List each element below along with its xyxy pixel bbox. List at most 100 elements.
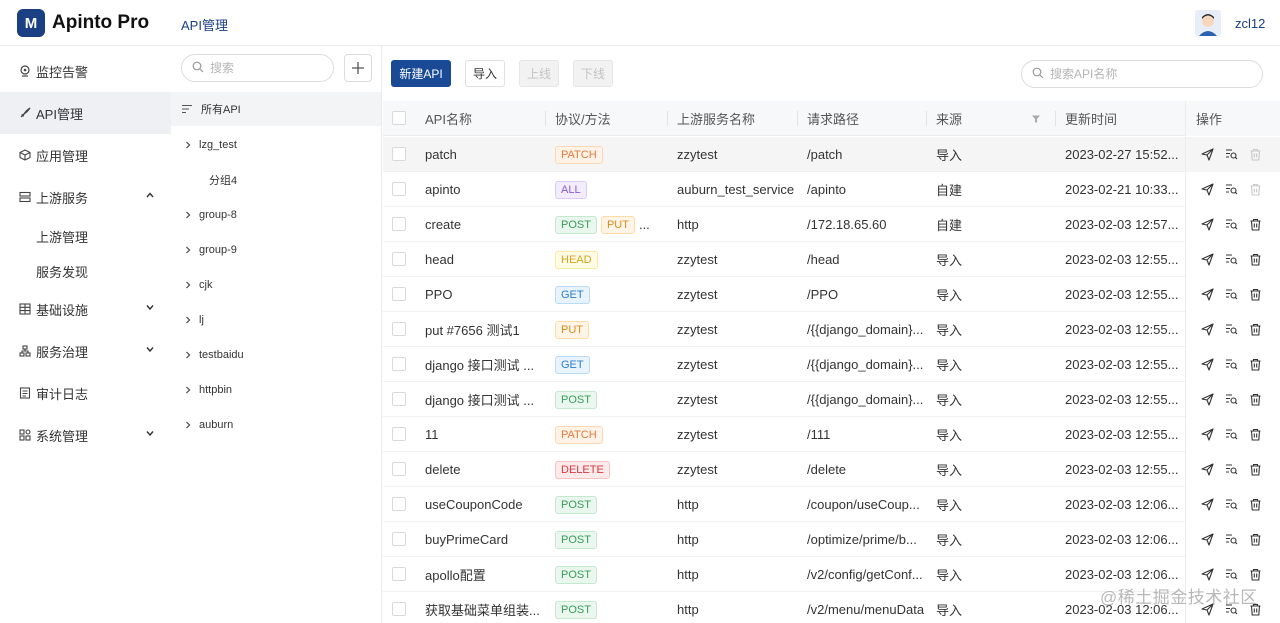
sidebar-item-audit[interactable]: 审计日志 (0, 372, 171, 414)
table-row[interactable]: buyPrimeCard POST http/optimize/prime/b...… (383, 522, 1280, 557)
row-checkbox[interactable] (392, 357, 406, 371)
publish-icon[interactable] (1200, 463, 1214, 477)
add-group-button[interactable] (344, 54, 372, 82)
username[interactable]: zcl12 (1235, 16, 1265, 31)
group-search-box[interactable] (181, 54, 334, 82)
sidebar-item-api[interactable]: API管理 (0, 92, 171, 134)
view-detail-icon[interactable] (1224, 393, 1238, 407)
row-checkbox[interactable] (392, 602, 406, 616)
view-detail-icon[interactable] (1224, 253, 1238, 267)
row-checkbox[interactable] (392, 497, 406, 511)
view-detail-icon[interactable] (1224, 498, 1238, 512)
group-tree-item[interactable]: auburn (171, 407, 381, 442)
sidebar-item-system[interactable]: 系统管理 (0, 414, 171, 456)
table-row[interactable]: useCouponCode POST http/coupon/useCoup... 导… (383, 487, 1280, 522)
table-row[interactable]: delete DELETE zzytest/delete 导入 2023-02-03 1… (383, 452, 1280, 487)
api-name-cell[interactable]: apollo配置 (425, 557, 545, 592)
chevron-right-icon[interactable] (183, 316, 193, 324)
table-row[interactable]: apinto ALL auburn_test_service/apinto 自建 202… (383, 172, 1280, 207)
table-row[interactable]: PPO GET zzytest/PPO 导入 2023-02-03 12:55... (383, 277, 1280, 312)
group-tree-item[interactable]: group-8 (171, 197, 381, 232)
new-api-button[interactable]: 新建API (391, 60, 451, 87)
view-detail-icon[interactable] (1224, 568, 1238, 582)
delete-icon[interactable] (1248, 288, 1262, 302)
delete-icon[interactable] (1248, 393, 1262, 407)
group-tree-item[interactable]: group-9 (171, 232, 381, 267)
table-row[interactable]: put #7656 测试1 PUT zzytest /{{django_domain}… (383, 312, 1280, 347)
publish-icon[interactable] (1200, 218, 1214, 232)
api-search-input[interactable] (1050, 67, 1250, 81)
row-checkbox[interactable] (392, 532, 406, 546)
row-checkbox[interactable] (392, 287, 406, 301)
api-name-cell[interactable]: 11 (425, 417, 545, 452)
group-tree-item[interactable]: testbaidu (171, 337, 381, 372)
delete-icon[interactable] (1248, 253, 1262, 267)
logo[interactable]: M Apinto Pro (17, 9, 149, 37)
api-name-cell[interactable]: buyPrimeCard (425, 522, 545, 557)
sidebar-item-monitor[interactable]: 监控告警 (0, 50, 171, 92)
sidebar-subitem-upstream-manage[interactable]: 上游管理 (0, 219, 171, 253)
chevron-right-icon[interactable] (183, 141, 193, 149)
delete-icon[interactable] (1248, 183, 1262, 197)
delete-icon[interactable] (1248, 463, 1262, 477)
sidebar-item-upstream[interactable]: 上游服务 (0, 176, 171, 218)
user-avatar[interactable] (1195, 10, 1221, 36)
table-row[interactable]: create POST PUT... http/172.18.65.60 自建 2023-… (383, 207, 1280, 242)
api-name-cell[interactable]: PPO (425, 277, 545, 312)
online-button[interactable]: 上线 (519, 60, 559, 87)
filter-icon[interactable] (1031, 101, 1041, 136)
offline-button[interactable]: 下线 (573, 60, 613, 87)
table-row[interactable]: patch PATCH zzytest/patch 导入 2023-02-27 15:5… (383, 137, 1280, 172)
chevron-right-icon[interactable] (183, 421, 193, 429)
table-row[interactable]: 11 PATCH zzytest/111 导入 2023-02-03 12:55... (383, 417, 1280, 452)
publish-icon[interactable] (1200, 358, 1214, 372)
view-detail-icon[interactable] (1224, 463, 1238, 477)
publish-icon[interactable] (1200, 148, 1214, 162)
row-checkbox[interactable] (392, 567, 406, 581)
delete-icon[interactable] (1248, 323, 1262, 337)
view-detail-icon[interactable] (1224, 358, 1238, 372)
view-detail-icon[interactable] (1224, 428, 1238, 442)
group-tree-item[interactable]: lj (171, 302, 381, 337)
api-name-cell[interactable]: delete (425, 452, 545, 487)
table-row[interactable]: django 接口测试 ... GET zzytest /{{django_domai… (383, 347, 1280, 382)
delete-icon[interactable] (1248, 218, 1262, 232)
view-detail-icon[interactable] (1224, 288, 1238, 302)
delete-icon[interactable] (1248, 428, 1262, 442)
group-tree-item[interactable]: cjk (171, 267, 381, 302)
delete-icon[interactable] (1248, 358, 1262, 372)
table-row[interactable]: django 接口测试 ... POST zzytest /{{django_doma… (383, 382, 1280, 417)
chevron-right-icon[interactable] (183, 351, 193, 359)
api-name-cell[interactable]: django 接口测试 ... (425, 347, 545, 382)
group-search-input[interactable] (210, 61, 320, 75)
sidebar-subitem-service-discovery[interactable]: 服务发现 (0, 254, 171, 288)
row-checkbox[interactable] (392, 252, 406, 266)
view-detail-icon[interactable] (1224, 218, 1238, 232)
group-tree-item[interactable]: httpbin (171, 372, 381, 407)
publish-icon[interactable] (1200, 183, 1214, 197)
publish-icon[interactable] (1200, 393, 1214, 407)
api-name-cell[interactable]: django 接口测试 ... (425, 382, 545, 417)
row-checkbox[interactable] (392, 392, 406, 406)
publish-icon[interactable] (1200, 253, 1214, 267)
api-search-box[interactable] (1021, 60, 1263, 88)
delete-icon[interactable] (1248, 148, 1262, 162)
import-button[interactable]: 导入 (465, 60, 505, 87)
publish-icon[interactable] (1200, 533, 1214, 547)
group-all-apis[interactable]: 所有API (171, 92, 381, 126)
api-name-cell[interactable]: create (425, 207, 545, 242)
sidebar-item-apps[interactable]: 应用管理 (0, 134, 171, 176)
sidebar-item-infrastructure[interactable]: 基础设施 (0, 288, 171, 330)
api-name-cell[interactable]: apinto (425, 172, 545, 207)
delete-icon[interactable] (1248, 498, 1262, 512)
publish-icon[interactable] (1200, 323, 1214, 337)
chevron-right-icon[interactable] (183, 211, 193, 219)
group-tree-item[interactable]: 分组4 (171, 162, 381, 197)
chevron-right-icon[interactable] (183, 386, 193, 394)
api-name-cell[interactable]: head (425, 242, 545, 277)
row-checkbox[interactable] (392, 427, 406, 441)
api-name-cell[interactable]: useCouponCode (425, 487, 545, 522)
chevron-right-icon[interactable] (183, 246, 193, 254)
api-name-cell[interactable]: 获取基础菜单组装... (425, 592, 545, 623)
view-detail-icon[interactable] (1224, 148, 1238, 162)
